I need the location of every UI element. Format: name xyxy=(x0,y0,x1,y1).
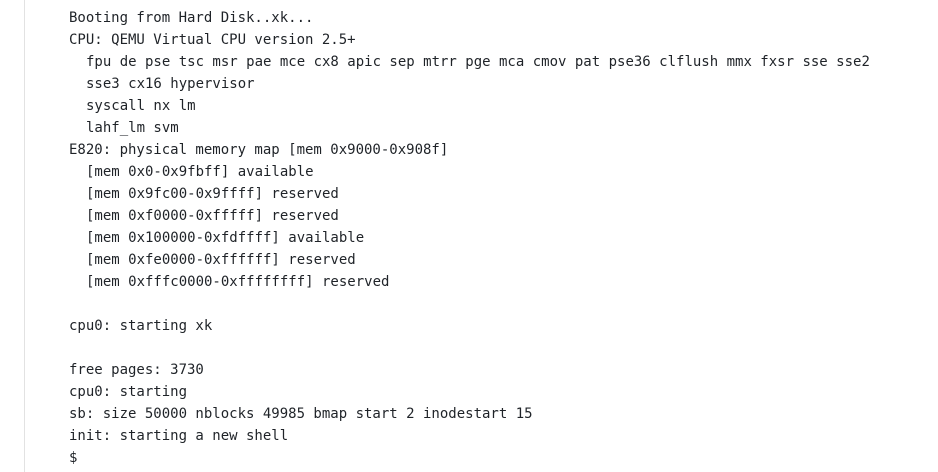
shell-prompt[interactable]: $ xyxy=(69,447,938,469)
console-line: [mem 0xf0000-0xfffff] reserved xyxy=(86,208,339,224)
console-line: cpu0: starting xyxy=(69,384,188,400)
console-line: [mem 0xfffc0000-0xffffffff] reserved xyxy=(86,274,390,290)
console-line: [mem 0x9fc00-0x9ffff] reserved xyxy=(86,186,339,202)
console-line: sb: size 50000 nblocks 49985 bmap start … xyxy=(69,406,533,422)
console-line: syscall nx lm xyxy=(86,98,196,114)
console-line: [mem 0x0-0x9fbff] available xyxy=(86,164,314,180)
console-output[interactable]: Booting from Hard Disk..xk... CPU: QEMU … xyxy=(69,7,938,469)
console-line: free pages: 3730 xyxy=(69,362,204,378)
console-line: init: starting a new shell xyxy=(69,428,289,444)
left-gutter xyxy=(0,0,25,472)
console-line: Booting from Hard Disk..xk... xyxy=(69,10,314,26)
console-line: E820: physical memory map [mem 0x9000-0x… xyxy=(69,142,449,158)
console-line: CPU: QEMU Virtual CPU version 2.5+ xyxy=(69,32,356,48)
console-line: fpu de pse tsc msr pae mce cx8 apic sep … xyxy=(86,54,870,70)
console-line: sse3 cx16 hypervisor xyxy=(86,76,255,92)
console-line: cpu0: starting xk xyxy=(69,318,213,334)
console-line: [mem 0x100000-0xfdffff] available xyxy=(86,230,365,246)
console-line: [mem 0xfe0000-0xffffff] reserved xyxy=(86,252,356,268)
console-line: lahf_lm svm xyxy=(86,120,179,136)
